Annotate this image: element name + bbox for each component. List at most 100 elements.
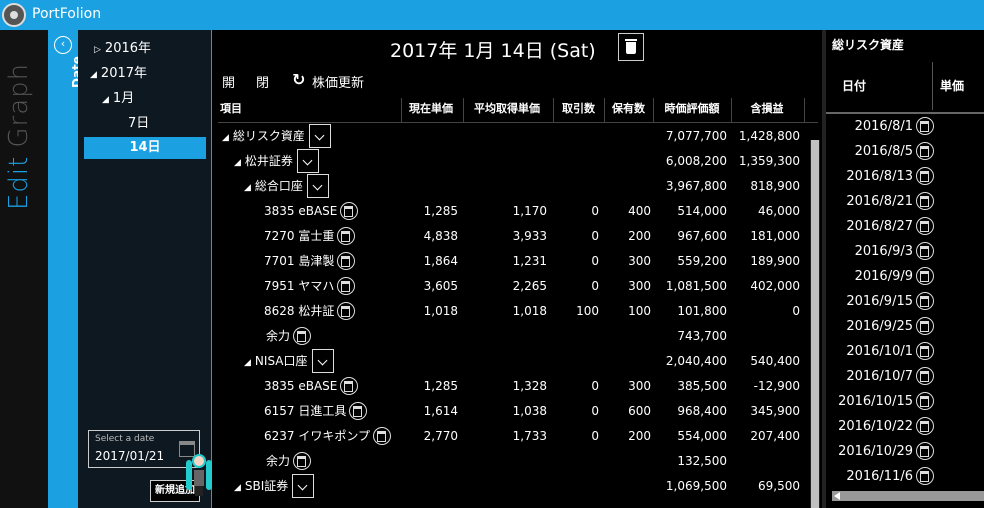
tree-item-jan[interactable]: ◢ 1月 xyxy=(102,88,134,110)
table-row[interactable]: 7951 ヤマハ 3,605 2,265 0 300 1,081,500 402,000 xyxy=(212,274,812,299)
history-row[interactable]: 2016/10/15 xyxy=(826,389,934,414)
history-row[interactable]: 2016/8/13 xyxy=(826,164,934,189)
tree-item-7[interactable]: 7日 xyxy=(128,113,149,135)
chevron-down-icon[interactable] xyxy=(306,173,329,198)
history-row[interactable]: 2016/10/29 xyxy=(826,439,934,464)
table-row[interactable]: 3835 eBASE 1,285 1,170 0 400 514,000 46,000 xyxy=(212,199,812,224)
history-icon[interactable] xyxy=(349,401,368,420)
delete-button[interactable] xyxy=(618,33,644,61)
history-icon[interactable] xyxy=(293,451,312,470)
edit-mode-tab[interactable]: Edit xyxy=(4,156,34,210)
history-row[interactable]: 2016/10/22 xyxy=(826,414,934,439)
chevron-down-icon[interactable] xyxy=(308,123,331,148)
date-picker-value[interactable]: 2017/01/21 xyxy=(95,449,164,463)
history-icon[interactable] xyxy=(340,201,359,220)
scroll-left-icon[interactable] xyxy=(834,492,840,500)
column-separator[interactable] xyxy=(463,98,464,122)
history-row[interactable]: 2016/8/27 xyxy=(826,214,934,239)
collapse-arrow-icon[interactable]: ◢ xyxy=(234,158,241,168)
history-row[interactable]: 2016/10/1 xyxy=(826,339,934,364)
table-row[interactable]: ◢ NISA口座 2,040,400 540,400 xyxy=(212,348,812,374)
collapse-arrow-icon[interactable]: ◢ xyxy=(222,133,229,143)
scrollbar-thumb[interactable] xyxy=(811,140,819,508)
graph-mode-tab[interactable]: Graph xyxy=(4,63,34,148)
history-row[interactable]: 2016/8/1 xyxy=(826,114,934,139)
tree-structure-icon[interactable] xyxy=(916,466,934,485)
table-row[interactable]: ◢ 総合口座 3,967,800 818,900 xyxy=(212,173,812,199)
history-row[interactable]: 2016/9/25 xyxy=(826,314,934,339)
column-header[interactable]: 取引数 xyxy=(555,98,602,120)
vertical-scrollbar[interactable] xyxy=(810,140,820,508)
column-separator[interactable] xyxy=(653,98,654,122)
collapse-all-button[interactable]: 閉 xyxy=(256,72,269,91)
table-row[interactable]: 余力 132,500 xyxy=(212,449,812,474)
table-row[interactable]: 6237 イワキポンプ 2,770 1,733 0 200 554,000 207,400 xyxy=(212,424,812,449)
history-icon[interactable] xyxy=(337,301,356,320)
table-row[interactable]: 6157 日進工具 1,614 1,038 0 600 968,400 345,900 xyxy=(212,399,812,424)
date-picker[interactable]: Select a date 2017/01/21 xyxy=(88,430,200,468)
collapse-arrow-icon[interactable]: ◢ xyxy=(244,183,251,193)
tree-structure-icon[interactable] xyxy=(916,241,934,260)
tree-structure-icon[interactable] xyxy=(916,291,934,310)
column-header[interactable]: 保有数 xyxy=(604,98,653,120)
refresh-icon[interactable]: ↻ xyxy=(292,72,305,88)
tree-structure-icon[interactable] xyxy=(916,416,934,435)
date-panel-toggle[interactable]: ‹ Date xyxy=(48,30,84,508)
history-icon[interactable] xyxy=(337,226,356,245)
tree-structure-icon[interactable] xyxy=(916,266,934,285)
column-separator[interactable] xyxy=(553,98,554,122)
chevron-down-icon[interactable] xyxy=(296,148,319,173)
tree-item-14[interactable]: 14日 xyxy=(84,137,206,159)
history-row[interactable]: 2016/8/5 xyxy=(826,139,934,164)
history-icon[interactable] xyxy=(373,426,391,445)
history-row[interactable]: 2016/9/3 xyxy=(826,239,934,264)
expand-arrow-icon[interactable]: ◢ xyxy=(90,70,97,80)
table-row[interactable]: ◢ 総リスク資産 7,077,700 1,428,800 xyxy=(212,123,812,149)
history-icon[interactable] xyxy=(337,276,356,295)
table-row[interactable]: 余力 743,700 xyxy=(212,324,812,349)
history-row[interactable]: 2016/8/21 xyxy=(826,189,934,214)
history-row[interactable]: 2016/10/7 xyxy=(826,364,934,389)
tree-structure-icon[interactable] xyxy=(916,341,934,360)
table-row[interactable]: 7270 富士重 4,838 3,933 0 200 967,600 181,000 xyxy=(212,224,812,249)
column-header[interactable]: 項目 xyxy=(220,98,340,120)
collapse-arrow-icon[interactable]: ◢ xyxy=(234,483,241,493)
horizontal-scrollbar[interactable] xyxy=(832,491,984,501)
expand-arrow-icon[interactable]: ◢ xyxy=(102,95,109,105)
history-header-date[interactable]: 日付 xyxy=(842,62,866,110)
column-separator[interactable] xyxy=(804,98,805,122)
table-row[interactable]: ◢ SBI証券 1,069,500 69,500 xyxy=(212,473,812,499)
tree-structure-icon[interactable] xyxy=(916,316,934,335)
history-icon[interactable] xyxy=(337,251,356,270)
tree-structure-icon[interactable] xyxy=(916,441,934,460)
tree-structure-icon[interactable] xyxy=(916,216,934,235)
history-row[interactable]: 2016/9/15 xyxy=(826,289,934,314)
chevron-down-icon[interactable] xyxy=(292,473,315,498)
table-row[interactable]: 7701 島津製 1,864 1,231 0 300 559,200 189,900 xyxy=(212,249,812,274)
tree-item-2016[interactable]: ▷ 2016年 xyxy=(94,38,151,60)
expand-arrow-icon[interactable]: ▷ xyxy=(94,45,101,55)
tree-structure-icon[interactable] xyxy=(916,166,934,185)
table-row[interactable]: 3835 eBASE 1,285 1,328 0 300 385,500 -12,900 xyxy=(212,374,812,399)
tree-structure-icon[interactable] xyxy=(916,391,934,410)
history-row[interactable]: 2016/11/6 xyxy=(826,464,934,489)
history-icon[interactable] xyxy=(340,376,359,395)
tree-structure-icon[interactable] xyxy=(916,141,934,160)
tree-item-2017[interactable]: ◢ 2017年 xyxy=(90,63,147,85)
chevron-left-icon[interactable]: ‹ xyxy=(54,36,72,54)
expand-all-button[interactable]: 開 xyxy=(222,72,235,91)
collapse-arrow-icon[interactable]: ◢ xyxy=(244,358,251,368)
tree-structure-icon[interactable] xyxy=(916,366,934,385)
refresh-prices-button[interactable]: 株価更新 xyxy=(312,72,364,91)
tree-structure-icon[interactable] xyxy=(916,191,934,210)
table-row[interactable]: 8628 松井証 1,018 1,018 100 100 101,800 0 xyxy=(212,299,812,324)
column-header[interactable]: 現在単価 xyxy=(402,98,460,120)
chevron-down-icon[interactable] xyxy=(311,348,334,373)
history-row[interactable]: 2016/9/9 xyxy=(826,264,934,289)
column-header[interactable]: 平均取得単価 xyxy=(465,98,549,120)
history-icon[interactable] xyxy=(293,326,312,345)
column-header[interactable]: 時価評価額 xyxy=(655,98,729,120)
table-row[interactable]: ◢ 松井証券 6,008,200 1,359,300 xyxy=(212,148,812,174)
history-header-price[interactable]: 単価 xyxy=(940,62,964,110)
column-header[interactable]: 含損益 xyxy=(732,98,802,120)
